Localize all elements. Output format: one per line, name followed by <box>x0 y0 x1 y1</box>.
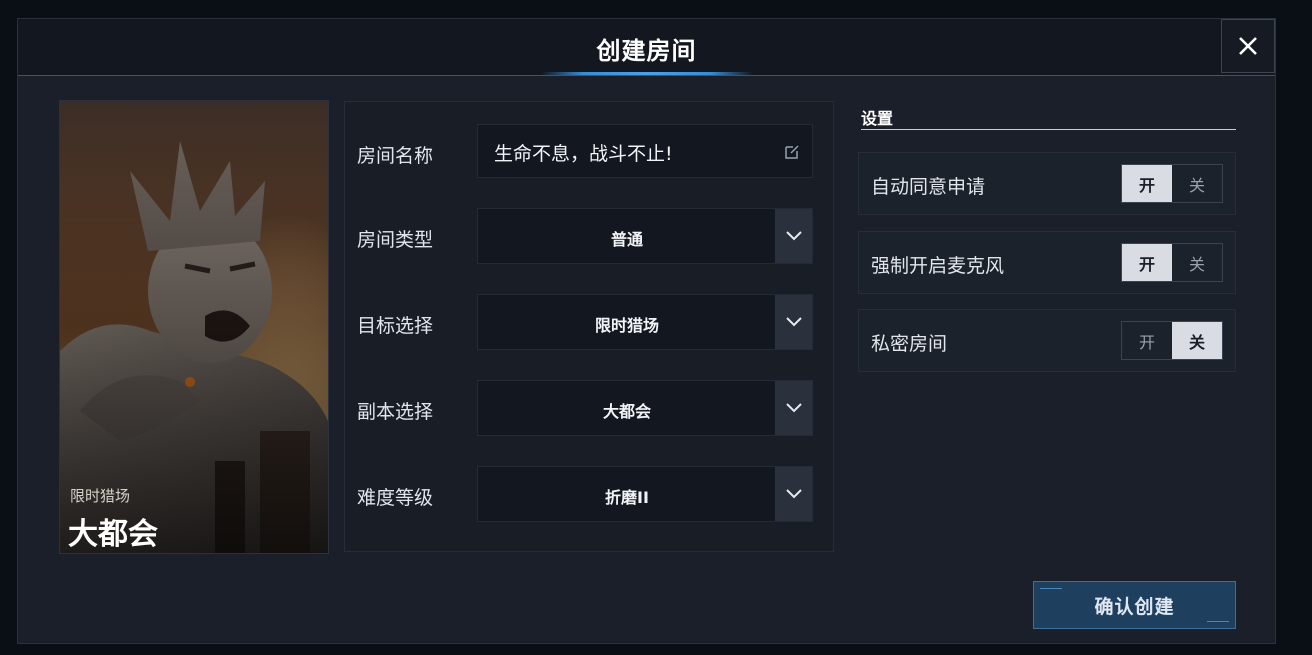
private-room-label: 私密房间 <box>871 333 948 355</box>
confirm-create-button[interactable]: 确认创建 <box>1033 581 1236 629</box>
target-dropdown-button[interactable] <box>775 295 812 349</box>
private-room-toggle[interactable]: 开 关 <box>1121 321 1223 360</box>
room-name-input[interactable]: 生命不息，战斗不止! <box>477 124 813 178</box>
dialog-title: 创建房间 <box>596 37 697 65</box>
force-mic-on-option[interactable]: 开 <box>1122 244 1172 281</box>
form-row-dungeon: 副本选择 大都会 <box>345 380 833 436</box>
settings-divider <box>861 129 1236 130</box>
target-select[interactable]: 限时猎场 <box>477 294 813 350</box>
target-label: 目标选择 <box>357 315 434 337</box>
poster-subtitle: 限时猎场 <box>70 487 131 505</box>
dungeon-label: 副本选择 <box>357 401 434 423</box>
form-row-target: 目标选择 限时猎场 <box>345 294 833 350</box>
difficulty-dropdown-button[interactable] <box>775 467 812 521</box>
setting-force-mic: 强制开启麦克风 开 关 <box>858 231 1236 294</box>
chevron-down-icon <box>785 403 802 413</box>
difficulty-value: 折磨II <box>605 488 649 507</box>
button-decor-line <box>1207 621 1229 622</box>
auto-accept-on-option[interactable]: 开 <box>1122 165 1172 202</box>
difficulty-select[interactable]: 折磨II <box>477 466 813 522</box>
map-poster: 限时猎场 大都会 <box>59 100 329 554</box>
form-row-difficulty: 难度等级 折磨II <box>345 466 833 522</box>
target-value: 限时猎场 <box>594 316 659 335</box>
room-type-dropdown-button[interactable] <box>775 209 812 263</box>
auto-accept-label: 自动同意申请 <box>871 176 986 198</box>
chevron-down-icon <box>785 489 802 499</box>
room-type-select[interactable]: 普通 <box>477 208 813 264</box>
private-room-on-option[interactable]: 开 <box>1122 322 1172 359</box>
setting-auto-accept: 自动同意申请 开 关 <box>858 152 1236 215</box>
button-decor-line <box>1040 588 1062 589</box>
force-mic-off-option[interactable]: 关 <box>1172 244 1222 281</box>
room-name-label: 房间名称 <box>357 145 434 167</box>
settings-title: 设置 <box>861 109 894 128</box>
form-row-room-name: 房间名称 生命不息，战斗不止! <box>345 124 833 180</box>
poster-title: 大都会 <box>68 517 158 552</box>
header-accent-line <box>541 72 753 75</box>
dungeon-select[interactable]: 大都会 <box>477 380 813 436</box>
room-form-panel: 房间名称 生命不息，战斗不止! 房间类型 普通 目标选择 限时猎场 副本选择 大… <box>344 101 834 552</box>
force-mic-label: 强制开启麦克风 <box>871 255 1005 277</box>
edit-icon[interactable] <box>784 144 800 160</box>
auto-accept-toggle[interactable]: 开 关 <box>1121 164 1223 203</box>
difficulty-label: 难度等级 <box>357 487 434 509</box>
room-name-value: 生命不息，战斗不止! <box>494 143 673 165</box>
dialog-header: 创建房间 <box>18 19 1275 76</box>
dungeon-value: 大都会 <box>602 402 651 421</box>
room-type-label: 房间类型 <box>357 229 434 251</box>
chevron-down-icon <box>785 231 802 241</box>
confirm-create-label: 确认创建 <box>1094 595 1175 618</box>
room-type-value: 普通 <box>610 230 643 249</box>
create-room-dialog: 创建房间 限时猎场 大都会 房间名称 生命不息，战斗不止! 房间类型 普通 目标… <box>17 18 1276 644</box>
dungeon-dropdown-button[interactable] <box>775 381 812 435</box>
private-room-off-option[interactable]: 关 <box>1172 322 1222 359</box>
close-icon <box>1239 37 1257 55</box>
force-mic-toggle[interactable]: 开 关 <box>1121 243 1223 282</box>
auto-accept-off-option[interactable]: 关 <box>1172 165 1222 202</box>
setting-private-room: 私密房间 开 关 <box>858 309 1236 372</box>
close-button[interactable] <box>1221 19 1275 73</box>
chevron-down-icon <box>785 317 802 327</box>
form-row-room-type: 房间类型 普通 <box>345 208 833 264</box>
